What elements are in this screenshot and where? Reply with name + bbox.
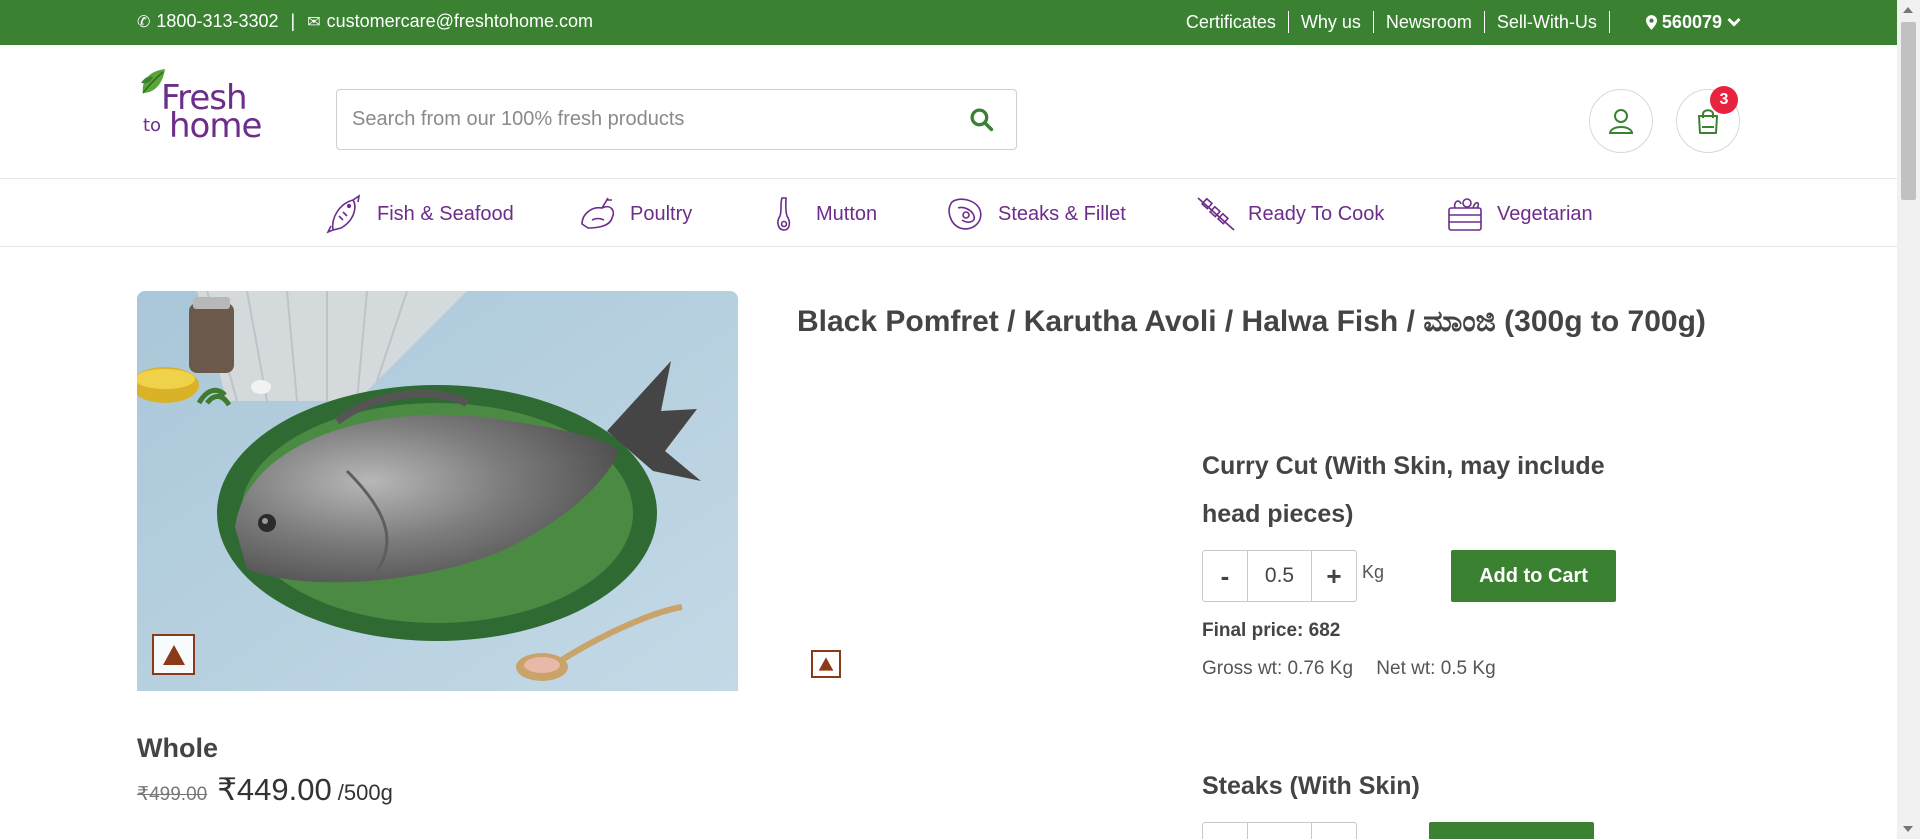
quantity-stepper bbox=[1202, 822, 1357, 839]
contact-separator: | bbox=[290, 11, 296, 31]
scrollbar-thumb[interactable] bbox=[1901, 22, 1916, 200]
category-label: Poultry bbox=[630, 202, 693, 225]
product-image[interactable] bbox=[137, 291, 738, 691]
sale-price: ₹449.00 bbox=[217, 772, 332, 807]
video-play-button[interactable] bbox=[152, 634, 195, 675]
email-address[interactable]: customercare@freshtohome.com bbox=[327, 11, 593, 32]
search-icon bbox=[969, 108, 993, 132]
mrp-price: ₹499.00 bbox=[137, 784, 208, 805]
increase-quantity-button[interactable]: + bbox=[1312, 551, 1356, 601]
quantity-stepper: - 0.5 + bbox=[1202, 550, 1357, 602]
link-sell-with-us[interactable]: Sell-With-Us bbox=[1485, 11, 1610, 33]
black-pomfret-photo bbox=[137, 291, 738, 691]
mutton-leg-icon bbox=[777, 197, 791, 231]
weight-info: Gross wt: 0.76 Kg Net wt: 0.5 Kg bbox=[1202, 658, 1622, 680]
top-bar: ✆ 1800-313-3302 | ✉ customercare@freshto… bbox=[0, 0, 1897, 45]
product-title: Black Pomfret / Karutha Avoli / Halwa Fi… bbox=[797, 305, 1706, 338]
phone-icon: ✆ bbox=[137, 13, 151, 31]
vegetable-basket-icon bbox=[1448, 198, 1482, 231]
variant-curry-cut: Curry Cut (With Skin, may include head p… bbox=[1202, 442, 1622, 680]
page-scrollbar[interactable] bbox=[1897, 0, 1920, 839]
quantity-row bbox=[1202, 822, 1622, 839]
pincode-selector[interactable]: 560079 bbox=[1645, 11, 1741, 33]
pincode-value: 560079 bbox=[1661, 11, 1722, 32]
variant-name: Curry Cut (With Skin, may include head p… bbox=[1202, 452, 1605, 528]
decrease-quantity-button[interactable] bbox=[1203, 823, 1247, 839]
envelope-icon: ✉ bbox=[307, 13, 321, 31]
phone-number[interactable]: 1800-313-3302 bbox=[156, 11, 278, 32]
quantity-value[interactable]: 0.5 bbox=[1247, 551, 1312, 601]
play-triangle-icon bbox=[818, 657, 834, 671]
contact-info: ✆ 1800-313-3302 | ✉ customercare@freshto… bbox=[137, 11, 593, 32]
freshtohome-logo[interactable]: Fresh to home bbox=[137, 67, 267, 152]
net-weight: Net wt: 0.5 Kg bbox=[1376, 658, 1496, 679]
category-label: Vegetarian bbox=[1497, 202, 1593, 225]
category-label: Fish & Seafood bbox=[377, 202, 514, 225]
user-icon bbox=[1608, 109, 1634, 134]
logo-word-to: to bbox=[143, 115, 162, 136]
category-steaks-fillet[interactable]: Steaks & Fillet bbox=[946, 194, 1126, 234]
final-price: Final price: 682 bbox=[1202, 620, 1341, 641]
price-block: ₹499.00 ₹449.00 /500g bbox=[137, 772, 393, 808]
add-to-cart-button[interactable]: Add to Cart bbox=[1451, 550, 1617, 602]
main-header: Fresh to home 3 bbox=[0, 45, 1897, 179]
category-label: Mutton bbox=[816, 202, 878, 225]
category-fish-seafood[interactable]: Fish & Seafood bbox=[325, 194, 514, 234]
skewer-icon bbox=[1197, 197, 1235, 231]
add-to-cart-button[interactable] bbox=[1429, 822, 1594, 839]
category-ready-to-cook[interactable]: Ready To Cook bbox=[1196, 194, 1384, 234]
link-why-us[interactable]: Why us bbox=[1289, 11, 1374, 33]
category-label: Steaks & Fillet bbox=[998, 202, 1126, 225]
fish-icon bbox=[326, 194, 361, 234]
top-links: Certificates Why us Newsroom Sell-With-U… bbox=[1174, 11, 1741, 33]
category-label: Ready To Cook bbox=[1248, 202, 1385, 225]
search-button[interactable] bbox=[946, 90, 1016, 149]
category-mutton[interactable]: Mutton bbox=[764, 194, 877, 234]
location-pin-icon bbox=[1645, 14, 1657, 30]
quantity-row: - 0.5 + Kg Add to Cart bbox=[1202, 550, 1622, 602]
link-newsroom[interactable]: Newsroom bbox=[1374, 11, 1485, 33]
steak-icon bbox=[948, 198, 982, 230]
variant-steaks: Steaks (With Skin) bbox=[1202, 762, 1622, 839]
play-triangle-icon bbox=[162, 644, 185, 665]
logo-word-home: home bbox=[169, 106, 262, 146]
quantity-value[interactable] bbox=[1247, 823, 1312, 839]
gross-weight: Gross wt: 0.76 Kg bbox=[1202, 658, 1354, 679]
cart-count-badge: 3 bbox=[1710, 86, 1738, 114]
cart-button[interactable]: 3 bbox=[1676, 86, 1740, 153]
variant-name: Steaks (With Skin) bbox=[1202, 772, 1420, 800]
category-nav: Fish & Seafood Poultry Mutton Steaks & F… bbox=[0, 180, 1897, 247]
decrease-quantity-button[interactable]: - bbox=[1203, 551, 1247, 601]
account-button[interactable] bbox=[1589, 89, 1653, 153]
link-certificates[interactable]: Certificates bbox=[1174, 11, 1289, 33]
search-bar bbox=[336, 89, 1017, 150]
category-vegetarian[interactable]: Vegetarian bbox=[1445, 194, 1593, 234]
chicken-icon bbox=[581, 197, 615, 229]
scroll-down-arrow-icon[interactable] bbox=[1903, 826, 1913, 832]
scroll-up-arrow-icon[interactable] bbox=[1903, 7, 1913, 13]
increase-quantity-button[interactable] bbox=[1312, 823, 1356, 839]
search-input[interactable] bbox=[337, 90, 946, 149]
variant-title: Whole bbox=[137, 733, 218, 763]
video-thumbnail-button[interactable] bbox=[811, 650, 841, 678]
price-unit: /500g bbox=[337, 780, 393, 805]
chevron-down-icon bbox=[1727, 17, 1741, 27]
quantity-unit: Kg bbox=[1362, 562, 1385, 582]
category-poultry[interactable]: Poultry bbox=[578, 194, 692, 234]
